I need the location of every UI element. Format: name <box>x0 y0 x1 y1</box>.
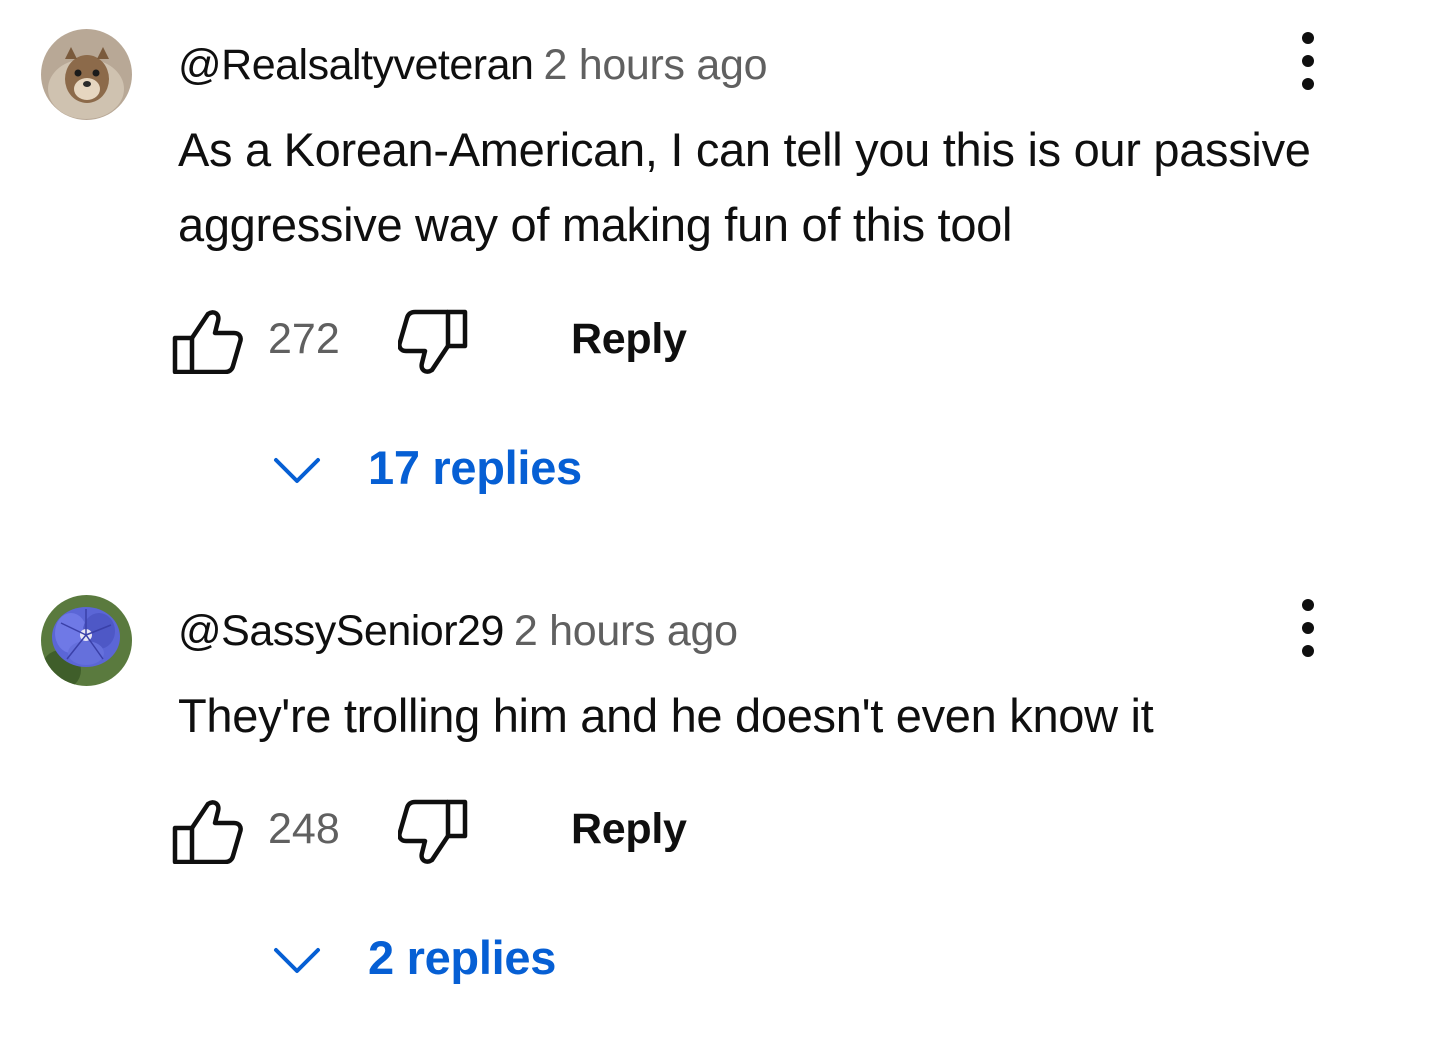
comment-text: They're trolling him and he doesn't even… <box>178 689 1154 742</box>
view-replies-button[interactable]: 17 replies <box>272 444 612 504</box>
comment: @SassySenior29 2 hours ago They're trolli… <box>0 540 1445 1059</box>
comment-header: @Realsaltyveteran 2 hours ago <box>178 41 768 89</box>
comment-menu-button[interactable] <box>1285 597 1331 667</box>
thumbs-up-outline-icon <box>172 800 243 865</box>
avatar[interactable] <box>41 595 132 686</box>
reply-button[interactable]: Reply <box>571 318 687 361</box>
like-button[interactable] <box>172 798 244 865</box>
comment-text: As a Korean-American, I can tell you thi… <box>178 123 1311 251</box>
author-name[interactable]: @Realsaltyveteran <box>178 41 534 89</box>
author-name[interactable]: @SassySenior29 <box>178 607 504 655</box>
dislike-button[interactable] <box>397 798 470 864</box>
comment-menu-button[interactable] <box>1285 30 1331 100</box>
thumbs-up-outline-icon <box>172 310 243 375</box>
like-button[interactable] <box>172 308 244 375</box>
thumbs-down-outline-icon <box>397 309 468 374</box>
like-count: 248 <box>268 805 340 853</box>
like-count: 272 <box>268 315 340 363</box>
timestamp[interactable]: 2 hours ago <box>543 41 767 89</box>
timestamp[interactable]: 2 hours ago <box>514 607 738 655</box>
dislike-button[interactable] <box>397 308 470 374</box>
avatar[interactable] <box>41 29 132 120</box>
thumbs-down-outline-icon <box>397 799 468 864</box>
view-replies-button[interactable]: 2 replies <box>272 934 582 994</box>
comment-header: @SassySenior29 2 hours ago <box>178 610 738 653</box>
chevron-down-icon <box>274 458 320 483</box>
chevron-down-icon <box>274 948 320 973</box>
comment: @Realsaltyveteran 2 hours ago As a Korean… <box>0 0 1445 540</box>
replies-count-label: 2 replies <box>368 931 557 984</box>
reply-button[interactable]: Reply <box>571 808 687 851</box>
replies-count-label: 17 replies <box>368 441 582 494</box>
